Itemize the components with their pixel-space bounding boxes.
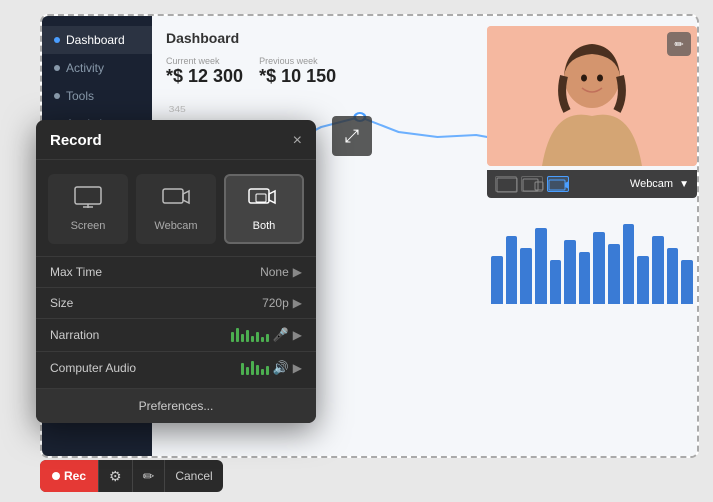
screen-source-label: Screen (71, 220, 106, 232)
vol-bar-a1 (241, 363, 244, 375)
stat-previous-week: Previous week *$ 10 150 (259, 56, 336, 87)
bar-chart-bar (550, 260, 562, 304)
bar-chart-bar (520, 248, 532, 304)
dialog-header: Record × (36, 120, 316, 160)
computer-audio-arrow[interactable]: ▶ (293, 361, 302, 375)
source-thumb-mix[interactable] (521, 176, 543, 192)
dashboard-icon (54, 37, 60, 43)
webcam-source-icon (162, 186, 190, 214)
cancel-button[interactable]: Cancel (165, 460, 222, 492)
settings-toolbar-button[interactable]: ⚙ (99, 460, 132, 492)
person-svg (487, 26, 697, 166)
webcam-preview: ✏ (487, 26, 697, 166)
move-icon[interactable]: ⤢ (332, 116, 372, 156)
rec-label: Rec (64, 469, 86, 483)
max-time-arrow[interactable]: ▶ (293, 265, 302, 279)
setting-narration: Narration 🎤 ▶ (36, 318, 316, 351)
size-label: Size (50, 296, 262, 310)
previous-week-value: *$ 10 150 (259, 66, 336, 87)
bar-chart-bar (593, 232, 605, 304)
vol-bar-7 (261, 337, 264, 342)
record-dialog: Record × Screen Webcam Both Max Time Non… (36, 120, 316, 423)
current-week-label: Current week (166, 56, 243, 66)
vol-bar-2 (236, 328, 239, 342)
edit-toolbar-button[interactable]: ✏ (133, 460, 165, 492)
bar-chart-bar (652, 236, 664, 304)
bar-chart-bar (579, 252, 591, 304)
vol-bar-3 (241, 334, 244, 342)
source-bar: Webcam ▼ (487, 170, 697, 198)
current-week-value: *$ 12 300 (166, 66, 243, 87)
vol-bar-6 (256, 332, 259, 342)
speaker-icon: 🔊 (273, 360, 289, 376)
preferences-button[interactable]: Preferences... (36, 388, 316, 423)
edit-icon: ✏ (674, 38, 683, 51)
bar-chart-bar (535, 228, 547, 304)
setting-size: Size 720p ▶ (36, 287, 316, 318)
settings-section: Max Time None ▶ Size 720p ▶ Narration 🎤 … (36, 256, 316, 388)
mic-icon: 🎤 (273, 327, 289, 343)
bar-chart-bar (681, 260, 693, 304)
bar-chart-bar (667, 248, 679, 304)
source-thumb-webcam[interactable] (547, 176, 569, 192)
webcam-edit-button[interactable]: ✏ (667, 32, 691, 56)
bar-chart-bar (637, 256, 649, 304)
vol-bar-a4 (256, 365, 259, 375)
computer-audio-label: Computer Audio (50, 361, 241, 375)
vol-bar-1 (231, 332, 234, 342)
computer-audio-volume (241, 361, 269, 375)
vol-bar-5 (251, 336, 254, 342)
webcam-source-label: Webcam (154, 220, 197, 232)
source-label-text: Webcam (630, 178, 673, 190)
bottom-toolbar: Rec ⚙ ✏ Cancel (40, 460, 223, 492)
bar-chart-bar (491, 256, 503, 304)
max-time-label: Max Time (50, 265, 260, 279)
tools-icon (54, 93, 60, 99)
settings-icon: ⚙ (109, 468, 122, 485)
both-source-icon (248, 186, 280, 214)
narration-label: Narration (50, 328, 231, 342)
sidebar-item-tools[interactable]: Tools (42, 82, 152, 110)
source-chevron-icon[interactable]: ▼ (679, 179, 689, 190)
max-time-value: None (260, 265, 289, 279)
vol-bar-a2 (246, 367, 249, 375)
close-button[interactable]: × (293, 133, 302, 149)
sidebar-item-dashboard[interactable]: Dashboard (42, 26, 152, 54)
vol-bar-a5 (261, 369, 264, 375)
source-screen-button[interactable]: Screen (48, 174, 128, 244)
vol-bar-a6 (266, 366, 269, 375)
previous-week-label: Previous week (259, 56, 336, 66)
size-value: 720p (262, 296, 289, 310)
source-buttons: Screen Webcam Both (36, 160, 316, 256)
sidebar-item-activity[interactable]: Activity (42, 54, 152, 82)
activity-icon (54, 65, 60, 71)
both-source-label: Both (253, 220, 276, 232)
narration-volume (231, 328, 269, 342)
bar-chart (487, 204, 697, 304)
narration-arrow[interactable]: ▶ (293, 328, 302, 342)
setting-max-time: Max Time None ▶ (36, 256, 316, 287)
vol-bar-8 (266, 334, 269, 342)
bar-chart-bar (608, 244, 620, 304)
pencil-icon: ✏ (143, 468, 155, 485)
size-arrow[interactable]: ▶ (293, 296, 302, 310)
svg-text:345: 345 (169, 105, 186, 114)
rec-dot-icon (52, 472, 60, 480)
dialog-title: Record (50, 132, 102, 149)
vol-bar-4 (246, 330, 249, 342)
source-webcam-button[interactable]: Webcam (136, 174, 216, 244)
source-thumb-screen[interactable] (495, 176, 517, 192)
screen-source-icon (74, 186, 102, 214)
bar-chart-bar (564, 240, 576, 304)
stat-current-week: Current week *$ 12 300 (166, 56, 243, 87)
setting-computer-audio: Computer Audio 🔊 ▶ (36, 351, 316, 384)
source-both-button[interactable]: Both (224, 174, 304, 244)
bar-chart-bar (506, 236, 518, 304)
vol-bar-a3 (251, 361, 254, 375)
move-arrows-icon: ⤢ (345, 126, 359, 147)
rec-button[interactable]: Rec (40, 460, 98, 492)
bar-chart-bar (623, 224, 635, 304)
